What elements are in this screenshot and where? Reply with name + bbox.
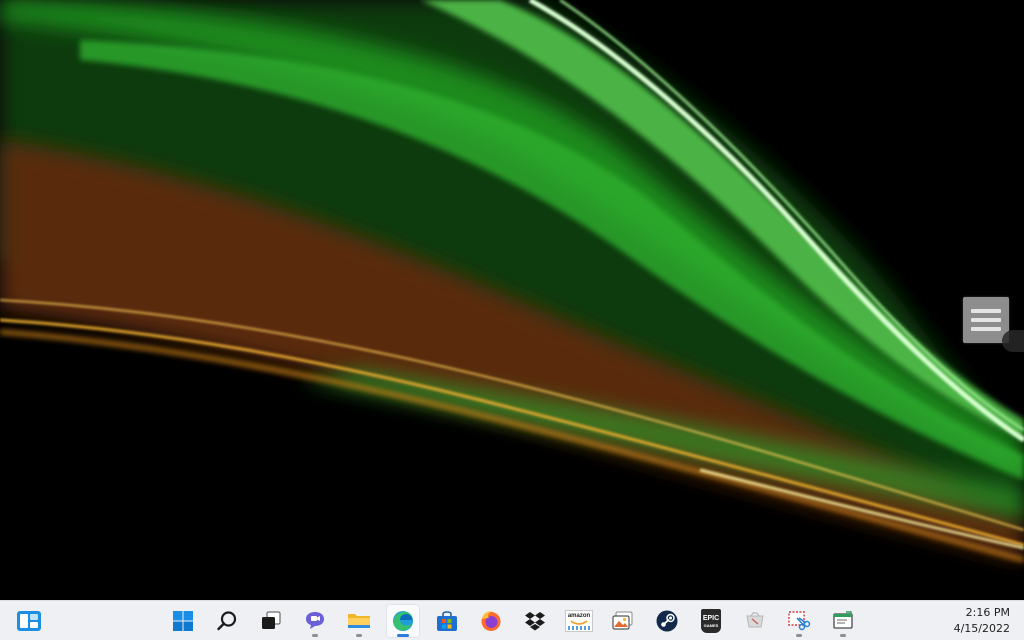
- start-button[interactable]: [166, 604, 200, 638]
- edge-button[interactable]: [386, 604, 420, 638]
- running-indicator: [840, 634, 846, 637]
- widgets-icon: [17, 611, 41, 631]
- epic-games-icon: EPIC GAMES: [701, 609, 721, 633]
- firefox-button[interactable]: [474, 604, 508, 638]
- active-indicator: [397, 634, 409, 637]
- snipping-tool-button[interactable]: [782, 604, 816, 638]
- microsoft-store-button[interactable]: [430, 604, 464, 638]
- epic-games-button[interactable]: EPIC GAMES: [694, 604, 728, 638]
- desktop-wallpaper: [0, 0, 1024, 600]
- dropbox-button[interactable]: [518, 604, 552, 638]
- firefox-icon: [481, 611, 501, 631]
- system-clock[interactable]: 2:16 PM 4/15/2022: [954, 605, 1010, 637]
- side-panel-handle[interactable]: [1002, 330, 1024, 352]
- epic-sublabel: GAMES: [703, 622, 719, 628]
- search-icon: [217, 611, 237, 631]
- wallpaper-image: [0, 0, 1024, 600]
- app-icon: [746, 612, 764, 628]
- task-view-button[interactable]: [254, 604, 288, 638]
- file-explorer-button[interactable]: [342, 604, 376, 638]
- menu-icon-bar: [971, 318, 1001, 322]
- clock-time: 2:16 PM: [965, 606, 1010, 619]
- photos-button[interactable]: [606, 604, 640, 638]
- app-window-button[interactable]: [826, 604, 860, 638]
- teams-chat-icon: [306, 612, 324, 629]
- running-indicator: [796, 634, 802, 637]
- epic-label: EPIC: [702, 614, 720, 622]
- running-indicator: [356, 634, 362, 637]
- menu-icon-bar: [971, 327, 1001, 331]
- photos-icon: [612, 611, 633, 630]
- edge-icon: [393, 611, 413, 631]
- task-view-icon: [262, 611, 281, 629]
- amazon-icon: amazon: [565, 610, 593, 632]
- taskbar: amazon EPIC GAMES 2:16 PM 4/15/2022: [0, 600, 1024, 640]
- gray-app-button[interactable]: [738, 604, 772, 638]
- menu-icon-bar: [971, 309, 1001, 313]
- clock-date: 4/15/2022: [953, 622, 1010, 635]
- app-window-icon: [833, 611, 853, 629]
- dropbox-icon: [525, 612, 545, 631]
- snipping-tool-icon: [788, 611, 811, 631]
- running-indicator: [312, 634, 318, 637]
- steam-icon: [656, 610, 678, 632]
- widgets-button[interactable]: [12, 604, 46, 638]
- windows-start-icon: [173, 611, 193, 631]
- amazon-label: amazon: [567, 612, 591, 619]
- folder-icon: [348, 614, 370, 628]
- search-button[interactable]: [210, 604, 244, 638]
- steam-button[interactable]: [650, 604, 684, 638]
- chat-button[interactable]: [298, 604, 332, 638]
- store-icon: [437, 611, 457, 631]
- amazon-button[interactable]: amazon: [562, 604, 596, 638]
